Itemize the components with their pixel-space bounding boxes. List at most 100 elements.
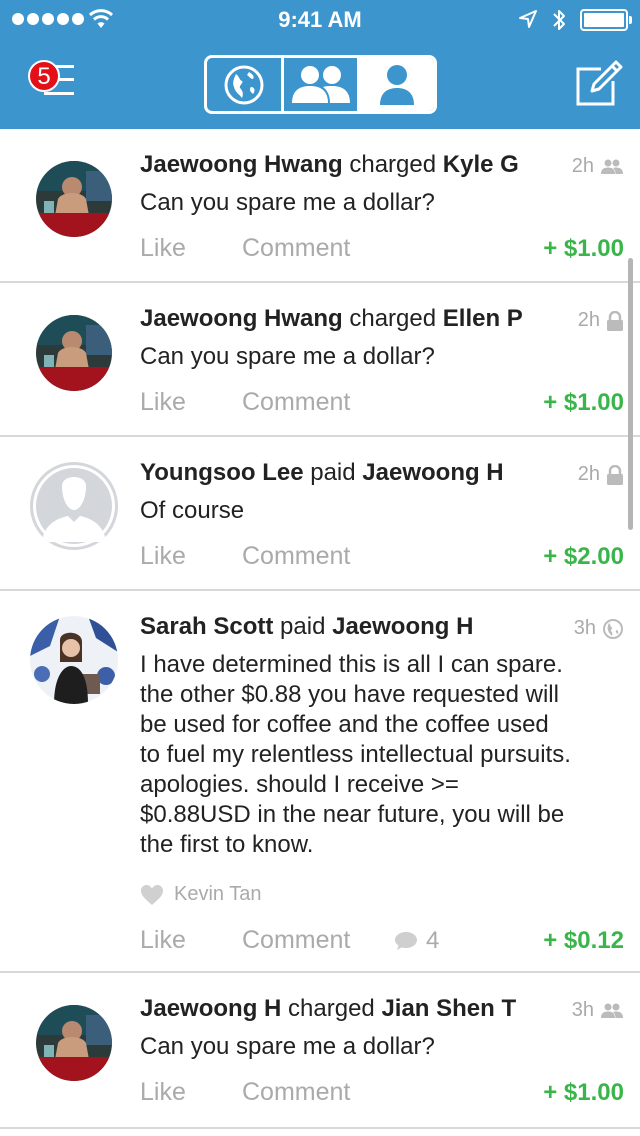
- action-verb: charged: [349, 305, 437, 332]
- action-verb: paid: [310, 459, 356, 486]
- avatar[interactable]: [36, 161, 112, 237]
- post-message: Of course: [140, 497, 245, 524]
- post-time: 2h: [578, 463, 624, 486]
- time-label: 3h: [573, 617, 596, 639]
- feed-item-header: Jaewoong H charged Jian Shen T: [140, 995, 624, 1023]
- message-line: the other $0.88 you have requested will: [140, 681, 559, 708]
- friends-privacy-icon: [601, 159, 623, 174]
- post-actions: Like Comment: [140, 234, 350, 263]
- post-message: Can you spare me a dollar?: [140, 343, 435, 370]
- tab-you[interactable]: [357, 58, 434, 111]
- feed-item-header: Youngsoo Lee paid Jaewoong H: [140, 459, 624, 487]
- tab-global[interactable]: [207, 58, 281, 111]
- post-message: I have determined this is all I can spar…: [140, 650, 622, 860]
- heart-icon: [141, 884, 163, 905]
- action-verb: charged: [288, 995, 375, 1022]
- actor-name[interactable]: Jaewoong Hwang: [140, 151, 343, 178]
- message-line: the first to know.: [140, 831, 314, 858]
- app-header: 9:41 AM 5: [0, 0, 640, 129]
- payment-amount: + $1.00: [543, 389, 624, 416]
- post-actions: Like Comment: [140, 542, 350, 571]
- message-line: be used for coffee and the coffee used: [140, 711, 549, 738]
- post-actions: Like Comment: [140, 926, 350, 955]
- feed-item[interactable]: Jaewoong Hwang charged Kyle G 2h Can you…: [0, 129, 640, 283]
- message-line: I have determined this is all I can spar…: [140, 651, 563, 678]
- like-button[interactable]: Like: [140, 234, 242, 263]
- comment-button[interactable]: Comment: [242, 388, 350, 417]
- comment-button[interactable]: Comment: [242, 1078, 350, 1107]
- activity-feed[interactable]: Jaewoong Hwang charged Kyle G 2h Can you…: [0, 129, 640, 1129]
- target-name[interactable]: Jaewoong H: [332, 613, 473, 640]
- post-actions: Like Comment: [140, 1078, 350, 1107]
- menu-button[interactable]: 5: [28, 60, 76, 100]
- friends-icon: [291, 65, 350, 103]
- person-icon: [380, 64, 415, 105]
- feed-item[interactable]: Jaewoong H charged Jian Shen T 3h Can yo…: [0, 973, 640, 1129]
- post-time: 3h: [572, 999, 624, 1022]
- feed-item-header: Sarah Scott paid Jaewoong H: [140, 613, 624, 641]
- feed-item-header: Jaewoong Hwang charged Ellen P: [140, 305, 624, 333]
- target-name[interactable]: Jian Shen T: [381, 995, 516, 1022]
- message-line: $0.88USD in the near future, you will be: [140, 801, 565, 828]
- avatar[interactable]: [36, 1005, 112, 1081]
- time-label: 2h: [577, 309, 600, 331]
- feed-item[interactable]: Youngsoo Lee paid Jaewoong H 2h Of cours…: [0, 437, 640, 591]
- location-icon: [519, 10, 537, 28]
- like-button[interactable]: Like: [140, 542, 242, 571]
- actor-name[interactable]: Jaewoong H: [140, 995, 281, 1022]
- time-label: 2h: [577, 463, 600, 485]
- lock-icon: [607, 464, 623, 485]
- actor-name[interactable]: Sarah Scott: [140, 613, 273, 640]
- post-time: 3h: [574, 617, 624, 640]
- post-message: Can you spare me a dollar?: [140, 1033, 435, 1060]
- comment-count[interactable]: 4: [394, 927, 439, 955]
- target-name[interactable]: Kyle G: [443, 151, 519, 178]
- feed-filter-control[interactable]: [204, 55, 437, 114]
- time-label: 2h: [571, 155, 594, 177]
- post-message: Can you spare me a dollar?: [140, 189, 435, 216]
- scrollbar[interactable]: [628, 258, 633, 530]
- message-line: apologies. should I receive >=: [140, 771, 459, 798]
- notification-badge: 5: [28, 60, 60, 92]
- status-bar: 9:41 AM: [0, 0, 640, 40]
- liker-name[interactable]: Kevin Tan: [174, 883, 261, 906]
- message-line: to fuel my relentless intellectual pursu…: [140, 741, 571, 768]
- bluetooth-icon: [553, 10, 565, 30]
- lock-icon: [607, 310, 623, 331]
- post-time: 2h: [578, 309, 624, 332]
- actor-name[interactable]: Jaewoong Hwang: [140, 305, 343, 332]
- avatar[interactable]: [30, 616, 118, 704]
- action-verb: charged: [349, 151, 437, 178]
- payment-amount: + $0.12: [543, 927, 624, 954]
- comment-button[interactable]: Comment: [242, 926, 350, 955]
- post-time: 2h: [572, 155, 624, 178]
- target-name[interactable]: Ellen P: [443, 305, 523, 332]
- like-button[interactable]: Like: [140, 388, 242, 417]
- avatar-placeholder[interactable]: [30, 462, 118, 550]
- compose-icon: [576, 60, 623, 106]
- avatar[interactable]: [36, 315, 112, 391]
- payment-amount: + $1.00: [543, 1079, 624, 1106]
- post-actions: Like Comment: [140, 388, 350, 417]
- feed-item-header: Jaewoong Hwang charged Kyle G: [140, 151, 624, 179]
- payment-amount: + $2.00: [543, 543, 624, 570]
- like-button[interactable]: Like: [140, 1078, 242, 1107]
- status-time: 9:41 AM: [278, 7, 362, 32]
- tab-friends[interactable]: [280, 58, 358, 111]
- feed-item[interactable]: Sarah Scott paid Jaewoong H 3h I have de…: [0, 591, 640, 973]
- actor-name[interactable]: Youngsoo Lee: [140, 459, 304, 486]
- friends-privacy-icon: [601, 1003, 623, 1018]
- time-label: 3h: [571, 999, 594, 1021]
- compose-button[interactable]: [575, 60, 623, 106]
- comment-count-value: 4: [426, 927, 440, 954]
- like-button[interactable]: Like: [140, 926, 242, 955]
- speech-bubble-icon: [395, 932, 417, 950]
- comment-button[interactable]: Comment: [242, 542, 350, 571]
- payment-amount: + $1.00: [543, 235, 624, 262]
- feed-item[interactable]: Jaewoong Hwang charged Ellen P 2h Can yo…: [0, 283, 640, 437]
- comment-button[interactable]: Comment: [242, 234, 350, 263]
- action-verb: paid: [280, 613, 326, 640]
- target-name[interactable]: Jaewoong H: [362, 459, 503, 486]
- battery-icon: [580, 9, 632, 31]
- likers-row[interactable]: Kevin Tan: [140, 883, 261, 906]
